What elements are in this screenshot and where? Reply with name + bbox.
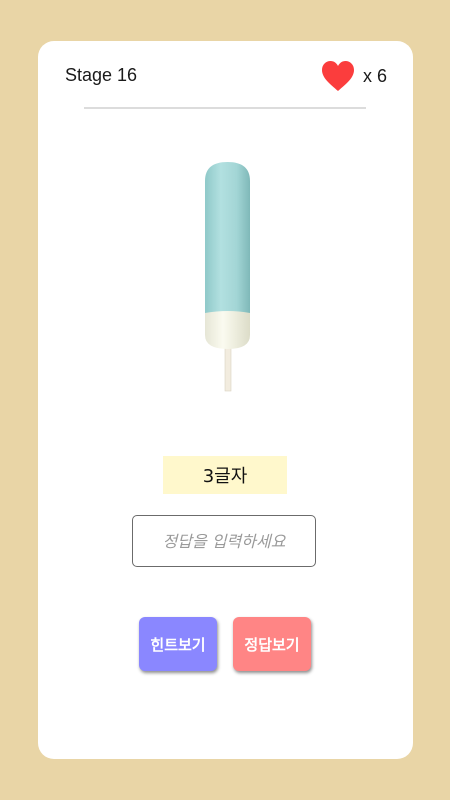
lives-count: x 6 <box>362 65 387 86</box>
popsicle-image <box>205 162 250 392</box>
reveal-answer-button[interactable]: 정답보기 <box>233 617 311 671</box>
answer-input[interactable] <box>132 515 316 567</box>
hint-button[interactable]: 힌트보기 <box>139 617 217 671</box>
letter-count-hint: 3글자 <box>163 456 287 494</box>
heart-icon <box>321 61 354 91</box>
header-divider <box>84 107 366 109</box>
lives-indicator: x 6 <box>321 60 387 92</box>
game-card: Stage 16 x 6 3글자 힌트보기 정답보기 <box>38 41 413 759</box>
stage-label: Stage 16 <box>65 65 138 85</box>
